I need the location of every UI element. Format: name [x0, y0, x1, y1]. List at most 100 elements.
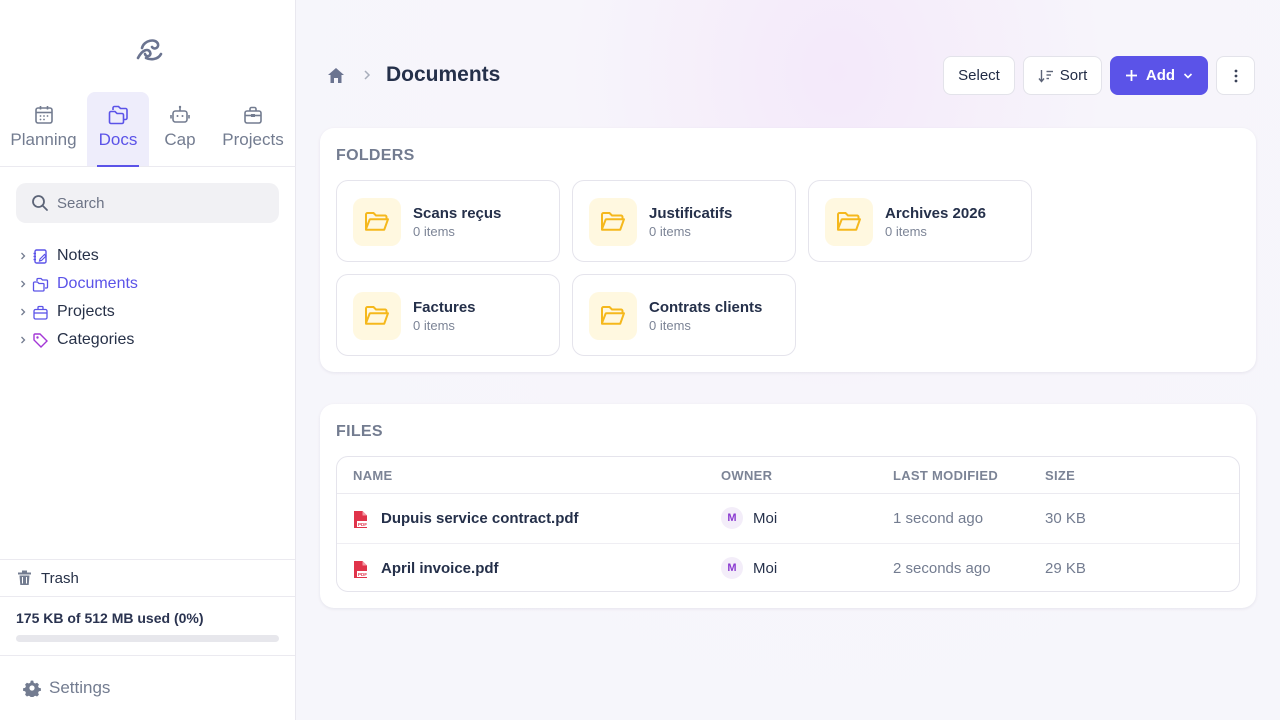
tab-label: Planning — [10, 130, 77, 149]
folder-card[interactable]: Contrats clients 0 items — [572, 274, 796, 356]
settings-link[interactable]: Settings — [0, 655, 295, 720]
folder-open-icon — [365, 306, 389, 325]
sort-button[interactable]: Sort — [1023, 56, 1102, 95]
folder-icon-box — [353, 198, 401, 246]
home-icon[interactable] — [327, 67, 345, 84]
folder-name: Scans reçus — [413, 205, 502, 222]
search-icon — [32, 195, 48, 211]
folder-open-icon — [365, 212, 389, 231]
tree-item-projects[interactable]: Projects — [18, 298, 288, 326]
files-title: FILES — [336, 423, 383, 440]
folder-icon-box — [589, 292, 637, 340]
folder-card[interactable]: Archives 2026 0 items — [808, 180, 1032, 262]
folder-item-count: 0 items — [649, 224, 691, 239]
svg-text:PDF: PDF — [358, 572, 367, 577]
tag-icon — [33, 332, 48, 348]
notebook-icon — [33, 248, 47, 264]
tab-label: Projects — [222, 130, 284, 149]
files-table: NAME OWNER LAST MODIFIED SIZE PDF Dupuis… — [336, 456, 1240, 592]
tab-cap[interactable]: Cap — [149, 92, 211, 166]
tab-docs[interactable]: Docs — [87, 92, 149, 167]
file-modified: 1 second ago — [893, 510, 984, 527]
tab-label: Cap — [164, 130, 196, 149]
robot-icon — [170, 105, 190, 123]
pdf-file-icon: PDF — [354, 511, 368, 528]
sort-icon — [1038, 69, 1053, 83]
folder-name: Archives 2026 — [885, 205, 986, 222]
folder-name: Factures — [413, 299, 476, 316]
select-label: Select — [958, 67, 1000, 84]
avatar: M — [721, 507, 743, 529]
select-button[interactable]: Select — [943, 56, 1015, 95]
folder-icon-box — [353, 292, 401, 340]
folder-item-count: 0 items — [885, 224, 927, 239]
trash-link[interactable]: Trash — [0, 559, 295, 597]
briefcase-icon — [33, 305, 48, 320]
chevron-right-icon[interactable] — [18, 307, 28, 317]
settings-label: Settings — [49, 678, 111, 697]
storage-usage-text: 175 KB of 512 MB used (0%) — [16, 610, 204, 626]
tree-item-categories[interactable]: Categories — [18, 326, 288, 354]
folder-open-icon — [601, 212, 625, 231]
pdf-file-icon: PDF — [354, 561, 368, 578]
search-field[interactable] — [16, 183, 279, 223]
sidebar: Planning Docs Cap Projects Notes Documen… — [0, 0, 296, 720]
logo-wave-icon — [136, 39, 163, 61]
file-modified: 2 seconds ago — [893, 560, 991, 577]
tree-item-label: Categories — [57, 331, 135, 348]
files-section: FILES NAME OWNER LAST MODIFIED SIZE PDF … — [320, 404, 1256, 608]
file-name: Dupuis service contract.pdf — [381, 510, 579, 527]
folder-icon-box — [825, 198, 873, 246]
file-size: 30 KB — [1045, 510, 1086, 527]
folder-card[interactable]: Justificatifs 0 items — [572, 180, 796, 262]
folder-open-icon — [601, 306, 625, 325]
file-owner: Moi — [753, 510, 778, 527]
calendar-icon — [34, 106, 53, 124]
file-size: 29 KB — [1045, 560, 1086, 577]
sort-label: Sort — [1059, 67, 1088, 84]
main-content: Documents Select Sort Add FOLDERS Scans … — [296, 0, 1280, 720]
folder-item-count: 0 items — [413, 224, 455, 239]
tree-item-label: Documents — [57, 275, 138, 292]
folder-card[interactable]: Factures 0 items — [336, 274, 560, 356]
chevron-down-icon — [1184, 72, 1193, 79]
file-name: April invoice.pdf — [381, 560, 499, 577]
table-row[interactable]: PDF Dupuis service contract.pdf M Moi 1 … — [337, 494, 1239, 543]
tree-item-label: Notes — [57, 247, 99, 264]
storage-usage-bar — [16, 635, 279, 642]
docs-icon — [108, 105, 128, 125]
add-button[interactable]: Add — [1110, 56, 1208, 95]
folders-title: FOLDERS — [336, 147, 415, 164]
docs-icon — [32, 277, 49, 292]
chevron-right-icon[interactable] — [18, 279, 28, 289]
tab-label: Docs — [98, 130, 138, 149]
tree-item-documents[interactable]: Documents — [18, 270, 288, 298]
briefcase-icon — [244, 106, 262, 124]
more-options-button[interactable] — [1216, 56, 1255, 95]
gear-icon — [23, 680, 41, 697]
folder-icon-box — [589, 198, 637, 246]
tree-item-notes[interactable]: Notes — [18, 242, 288, 270]
folders-section: FOLDERS Scans reçus 0 items Justificatif… — [320, 128, 1256, 372]
svg-text:PDF: PDF — [358, 522, 367, 527]
trash-label: Trash — [41, 569, 79, 587]
page-title: Documents — [386, 63, 501, 86]
chevron-right-icon[interactable] — [18, 251, 28, 261]
column-header-size[interactable]: SIZE — [1045, 468, 1075, 483]
docs-tree: Notes Documents Projects Categories — [18, 242, 288, 354]
column-header-modified[interactable]: LAST MODIFIED — [893, 468, 998, 483]
column-header-owner[interactable]: OWNER — [721, 468, 772, 483]
folder-card[interactable]: Scans reçus 0 items — [336, 180, 560, 262]
chevron-right-icon[interactable] — [18, 335, 28, 345]
add-label: Add — [1145, 67, 1176, 84]
search-input[interactable] — [57, 194, 257, 212]
folder-open-icon — [837, 212, 861, 231]
folder-name: Contrats clients — [649, 299, 763, 316]
avatar: M — [721, 557, 743, 579]
tab-planning[interactable]: Planning — [0, 92, 87, 166]
folder-name: Justificatifs — [649, 205, 733, 222]
table-row[interactable]: PDF April invoice.pdf M Moi 2 seconds ag… — [337, 543, 1239, 591]
tab-projects[interactable]: Projects — [214, 92, 292, 166]
more-vertical-icon — [1234, 69, 1237, 82]
column-header-name[interactable]: NAME — [353, 468, 392, 483]
